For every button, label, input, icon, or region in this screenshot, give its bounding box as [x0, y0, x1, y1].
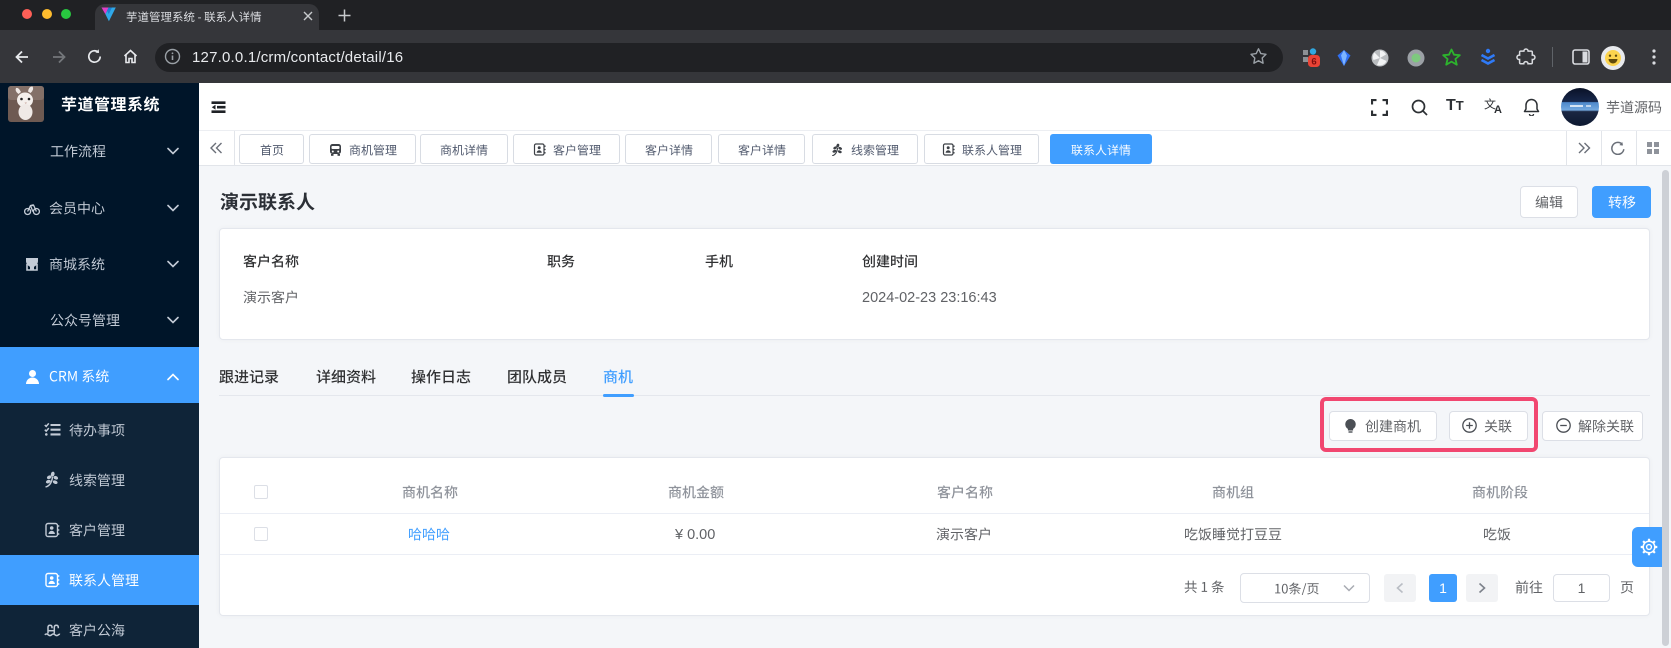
svg-text:6: 6 [1311, 56, 1316, 67]
